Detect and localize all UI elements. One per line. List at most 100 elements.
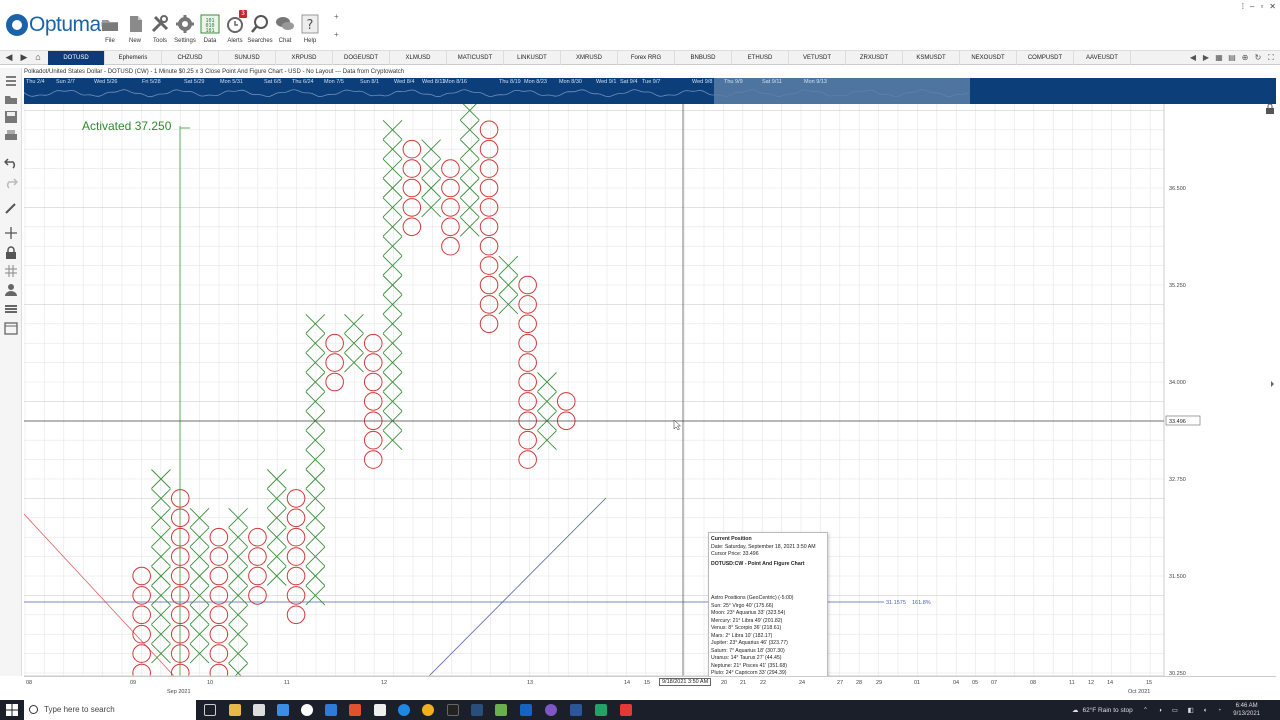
zoom-icon[interactable]: ⊕ [1240,52,1250,63]
chrome-browser-icon[interactable] [422,704,434,716]
list-icon[interactable] [4,74,18,88]
tab-bnbusd[interactable]: BNBUSD [675,51,732,65]
edge-browser-icon[interactable] [398,704,410,716]
date-axis-tick-label: 24 [799,680,806,686]
save-icon[interactable] [4,110,18,124]
alerts-button[interactable]: 3 Alerts [222,10,248,44]
tab-dotusd[interactable]: DOTUSD [48,51,105,65]
tab-bar-tools: ◀ ▶ ▦ ▤ ⊕ ↻ ⛶ [1188,52,1276,63]
new-button[interactable]: New [122,14,148,44]
back-arrow-icon[interactable]: ◀ [3,52,15,63]
searches-button[interactable]: Searches [247,14,273,44]
tab-forex-rrg[interactable]: Forex RRG [618,51,675,65]
chart-lock-icon[interactable] [1266,108,1274,114]
photos-icon[interactable] [325,704,337,716]
tab-compusdt[interactable]: COMPUSDT [1017,51,1074,65]
timeline-overview[interactable]: Thu 2/4 Sun 2/7 Wed 5/26 Fri 5/28 Sat 5/29 Mo… [24,78,1276,104]
tab-xrpusd[interactable]: XRPUSD [276,51,333,65]
refresh-icon[interactable]: ↻ [1253,52,1263,63]
panel-collapse-icon[interactable] [1271,381,1274,387]
tab-chzusd[interactable]: CHZUSD [162,51,219,65]
clock[interactable]: 6:46 AM 9/13/2021 [1233,702,1260,718]
forward-arrow-icon[interactable]: ▶ [18,52,30,63]
tab-scroll-left-icon[interactable]: ◀ [1188,52,1198,63]
crosshair-icon[interactable] [4,226,18,240]
more-icon[interactable]: ⁞ [1242,2,1244,11]
tab-vetusdt[interactable]: VETUSDT [789,51,846,65]
windows-start-icon[interactable] [6,704,18,716]
grid-toggle-icon[interactable] [4,264,18,278]
camtasia-icon[interactable] [595,704,607,716]
tab-linkusdt[interactable]: LINKUSDT [504,51,561,65]
word-icon[interactable] [570,704,582,716]
user-icon[interactable] [4,283,18,297]
optuma-taskbar-icon[interactable] [520,704,532,716]
chart-canvas[interactable]: 36.50035.25034.00032.75031.50030.25031.1… [24,104,1276,676]
maps-icon[interactable] [301,704,313,716]
tab-xlmusd[interactable]: XLMUSD [390,51,447,65]
file-button[interactable]: File [97,14,123,44]
tray-icons[interactable]: ⌃ ◑ ▭ ◧ ◐ ◔ [1143,706,1226,714]
draw-tool-icon[interactable] [4,201,18,215]
tab-aaveusdt[interactable]: AAVEUSDT [1074,51,1131,65]
left-toolbar [0,68,22,676]
mail-icon[interactable] [277,704,289,716]
layers-icon[interactable] [4,302,18,316]
date-axis-tick-label: 29 [876,680,883,686]
tab-dogeusdt[interactable]: DOGEUSDT [333,51,390,65]
overview-selection-window[interactable] [714,78,970,104]
notepad-icon[interactable] [374,704,386,716]
tab-maticusdt[interactable]: MATICUSDT [447,51,504,65]
open-folder-icon[interactable] [4,92,18,106]
add-mark-top[interactable]: + [334,8,339,26]
maximize-button[interactable]: ▫ [1260,2,1263,11]
tab-scroll-right-icon[interactable]: ▶ [1201,52,1211,63]
print-icon[interactable] [4,129,18,143]
settings-button[interactable]: Settings [172,14,198,44]
file-explorer-icon[interactable] [229,704,241,716]
chart-lock-shackle [1267,104,1273,108]
date-axis-tick-label: 12 [381,680,388,686]
home-icon[interactable]: ⌂ [32,52,44,62]
data-button[interactable]: 101 010 101 Data [197,14,223,44]
astro-line: Uranus: 14° Taurus 27' (44.45) [711,655,782,661]
taskbar-search-box[interactable]: Type here to search [24,700,196,720]
tab-xmrusd[interactable]: XMRUSD [561,51,618,65]
date-axis-month-label: Oct 2021 [1128,689,1151,695]
steam-icon[interactable] [471,704,483,716]
weather-text[interactable]: 62°F Rain to stop [1082,707,1132,714]
store-icon[interactable] [253,704,265,716]
chat-button[interactable]: Chat [272,14,298,44]
tab-nexousdt[interactable]: NEXOUSDT [960,51,1017,65]
tab-ethusd[interactable]: ETHUSD [732,51,789,65]
redo-icon[interactable] [4,175,18,189]
overview-date-label: Mon 8/23 [524,79,547,85]
fullscreen-icon[interactable]: ⛶ [1266,52,1276,63]
calendar-icon[interactable] [4,321,18,335]
overview-date-label: Fri 5/28 [142,79,161,85]
undo-icon[interactable] [4,155,18,169]
terminal-icon[interactable] [447,704,459,716]
grid-view-icon[interactable]: ▦ [1214,52,1224,63]
brave-browser-icon[interactable] [349,704,361,716]
tab-zrxusdt[interactable]: ZRXUSDT [846,51,903,65]
close-button[interactable]: ✕ [1269,2,1276,11]
help-button[interactable]: ? Help [297,14,323,44]
recorder-icon[interactable] [620,704,632,716]
add-ribbon-marks[interactable]: + + [334,8,339,44]
minimize-button[interactable]: – [1250,2,1254,11]
astro-line: Venus: 8° Scorpio 36' (218.61) [711,625,782,631]
tools-button[interactable]: Tools [147,14,173,44]
app-icon[interactable] [495,704,507,716]
task-view-icon[interactable] [204,704,216,716]
tab-sunusd[interactable]: SUNUSD [219,51,276,65]
tab-ksmusdt[interactable]: KSMUSDT [903,51,960,65]
lock-icon[interactable] [4,246,18,260]
tab-ephemeris[interactable]: Ephemeris [105,51,162,65]
point-and-figure-chart[interactable]: 36.500 35.250 34.000 32.750 31.500 30.250 31.1… [24,104,1276,692]
add-mark-bottom[interactable]: + [334,26,339,44]
tab-strip: DOTUSD Ephemeris CHZUSD SUNUSD XRPUSD DO… [48,51,1131,65]
chat-app-icon[interactable] [545,704,557,716]
tile-view-icon[interactable]: ▤ [1227,52,1237,63]
cursor-price-tag: 33.496 [1169,419,1186,425]
